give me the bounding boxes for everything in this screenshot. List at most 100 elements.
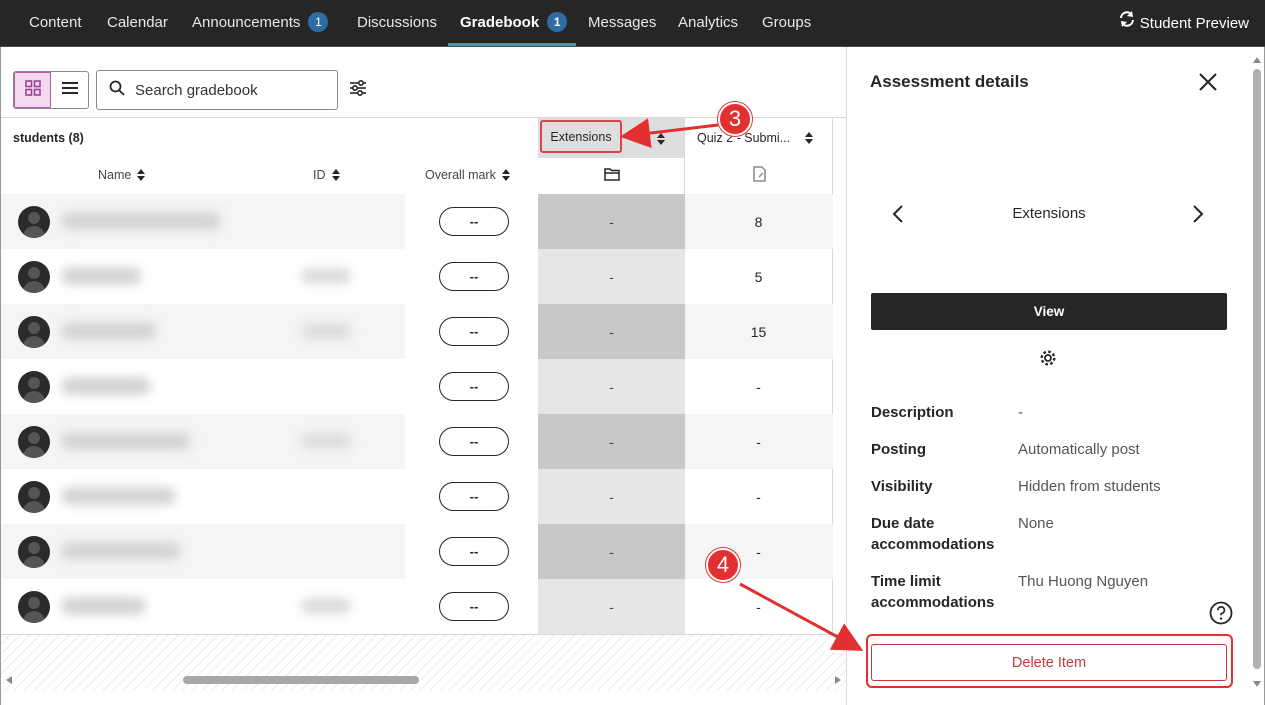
tab-announcements[interactable]: Announcements 1 bbox=[192, 0, 329, 47]
overall-mark-pill[interactable]: -- bbox=[439, 372, 509, 401]
delete-item-button[interactable]: Delete Item bbox=[871, 644, 1227, 681]
gradebook-toolbar bbox=[13, 70, 368, 110]
quiz-cell[interactable]: 5 bbox=[685, 249, 832, 304]
grid-view-button[interactable] bbox=[14, 72, 51, 108]
tab-gradebook[interactable]: Gradebook 1 bbox=[460, 0, 568, 47]
avatar bbox=[18, 371, 50, 403]
extensions-cell[interactable]: - bbox=[538, 414, 685, 469]
overall-mark-pill[interactable]: -- bbox=[439, 262, 509, 291]
quiz-cell[interactable]: - bbox=[685, 524, 832, 579]
help-button[interactable] bbox=[1209, 601, 1233, 625]
sort-icon[interactable] bbox=[657, 133, 665, 145]
current-item-name: Extensions bbox=[1012, 205, 1086, 222]
overall-mark-pill[interactable]: -- bbox=[439, 537, 509, 566]
extensions-cell[interactable]: - bbox=[538, 469, 685, 524]
extensions-cell[interactable]: - bbox=[538, 359, 685, 414]
view-button[interactable]: View bbox=[871, 293, 1227, 330]
due-date-accommodations-value: None bbox=[1018, 515, 1054, 532]
search-input[interactable] bbox=[135, 81, 315, 99]
filter-button[interactable] bbox=[348, 79, 368, 102]
time-limit-accommodations-value: Thu Huong Nguyen bbox=[1018, 573, 1149, 590]
visibility-value: Hidden from students bbox=[1018, 478, 1161, 495]
avatar bbox=[18, 261, 50, 293]
assessment-details-panel: Assessment details Extensions View Descr… bbox=[846, 47, 1265, 705]
extensions-cell[interactable]: - bbox=[538, 524, 685, 579]
sort-icon bbox=[501, 169, 510, 181]
close-button[interactable] bbox=[1197, 71, 1219, 93]
column-label: Quiz 2 - Submi... bbox=[697, 131, 791, 145]
view-toggle bbox=[13, 71, 89, 109]
posting-value: Automatically post bbox=[1018, 441, 1140, 458]
student-name-redacted bbox=[61, 322, 156, 340]
quiz-cell[interactable]: - bbox=[685, 469, 832, 524]
scrollbar-thumb[interactable] bbox=[1253, 69, 1261, 669]
quiz-cell[interactable]: 8 bbox=[685, 194, 832, 249]
search-box bbox=[96, 70, 338, 110]
list-icon bbox=[61, 81, 78, 100]
posting-label: Posting bbox=[871, 441, 926, 458]
close-icon bbox=[1197, 73, 1219, 97]
table-row: -- - 15 bbox=[1, 304, 833, 359]
help-icon bbox=[1209, 601, 1233, 629]
description-label: Description bbox=[871, 404, 954, 421]
quiz-cell[interactable]: - bbox=[685, 579, 832, 634]
refresh-icon bbox=[1118, 1, 1136, 47]
id-column-header[interactable]: ID bbox=[313, 168, 340, 182]
vertical-scrollbar[interactable] bbox=[1250, 55, 1264, 695]
chevron-right-icon bbox=[1191, 205, 1205, 229]
chevron-left-icon bbox=[891, 205, 905, 229]
quiz-cell[interactable]: - bbox=[685, 359, 832, 414]
student-id-redacted bbox=[301, 598, 351, 614]
previous-item-button[interactable] bbox=[891, 203, 905, 225]
overall-mark-column-header[interactable]: Overall mark bbox=[425, 168, 510, 182]
quiz-cell[interactable]: - bbox=[685, 414, 832, 469]
student-id-redacted bbox=[301, 323, 351, 339]
avatar bbox=[18, 536, 50, 568]
extensions-header-label[interactable]: Extensions bbox=[540, 120, 622, 153]
overall-mark-pill[interactable]: -- bbox=[439, 482, 509, 511]
overall-mark-pill[interactable]: -- bbox=[439, 427, 509, 456]
top-nav-bar: Content Calendar Announcements 1 Discussi… bbox=[0, 0, 1265, 47]
extensions-icon-cell bbox=[538, 158, 685, 194]
avatar bbox=[18, 591, 50, 623]
tab-calendar[interactable]: Calendar bbox=[107, 0, 168, 47]
student-preview-button[interactable]: Student Preview bbox=[1118, 0, 1249, 47]
extensions-cell[interactable]: - bbox=[538, 304, 685, 359]
extensions-cell[interactable]: - bbox=[538, 194, 685, 249]
avatar bbox=[18, 481, 50, 513]
overall-mark-pill[interactable]: -- bbox=[439, 592, 509, 621]
tab-content[interactable]: Content bbox=[29, 0, 82, 47]
name-column-header[interactable]: Name bbox=[98, 168, 146, 182]
quiz-column-header[interactable]: Quiz 2 - Submi... bbox=[685, 118, 832, 158]
table-row: -- - - bbox=[1, 579, 833, 634]
tab-label: Announcements bbox=[192, 14, 301, 31]
horizontal-scrollbar[interactable] bbox=[1, 672, 847, 688]
student-name-redacted bbox=[61, 267, 141, 285]
tab-groups[interactable]: Groups bbox=[762, 0, 811, 47]
scroll-down-icon[interactable] bbox=[1253, 681, 1261, 687]
scroll-up-icon[interactable] bbox=[1253, 57, 1261, 63]
scrollbar-thumb[interactable] bbox=[183, 676, 419, 684]
folder-icon bbox=[603, 167, 620, 186]
scroll-left-icon[interactable] bbox=[6, 676, 12, 684]
sort-icon bbox=[331, 169, 340, 181]
avatar bbox=[18, 206, 50, 238]
quiz-cell[interactable]: 15 bbox=[685, 304, 832, 359]
scroll-right-icon[interactable] bbox=[835, 676, 841, 684]
extensions-cell[interactable]: - bbox=[538, 579, 685, 634]
table-row: -- - - bbox=[1, 359, 833, 414]
settings-button[interactable] bbox=[1039, 349, 1057, 367]
tab-messages[interactable]: Messages bbox=[588, 0, 656, 47]
extensions-cell[interactable]: - bbox=[538, 249, 685, 304]
next-item-button[interactable] bbox=[1191, 203, 1205, 225]
sliders-icon bbox=[349, 79, 367, 102]
overall-mark-pill[interactable]: -- bbox=[439, 207, 509, 236]
student-name-redacted bbox=[61, 487, 176, 505]
overall-mark-pill[interactable]: -- bbox=[439, 317, 509, 346]
table-row: -- - 5 bbox=[1, 249, 833, 304]
tab-label: Content bbox=[29, 14, 82, 31]
tab-analytics[interactable]: Analytics bbox=[678, 0, 738, 47]
description-value: - bbox=[1018, 404, 1023, 421]
list-view-button[interactable] bbox=[51, 72, 88, 108]
tab-discussions[interactable]: Discussions bbox=[357, 0, 437, 47]
